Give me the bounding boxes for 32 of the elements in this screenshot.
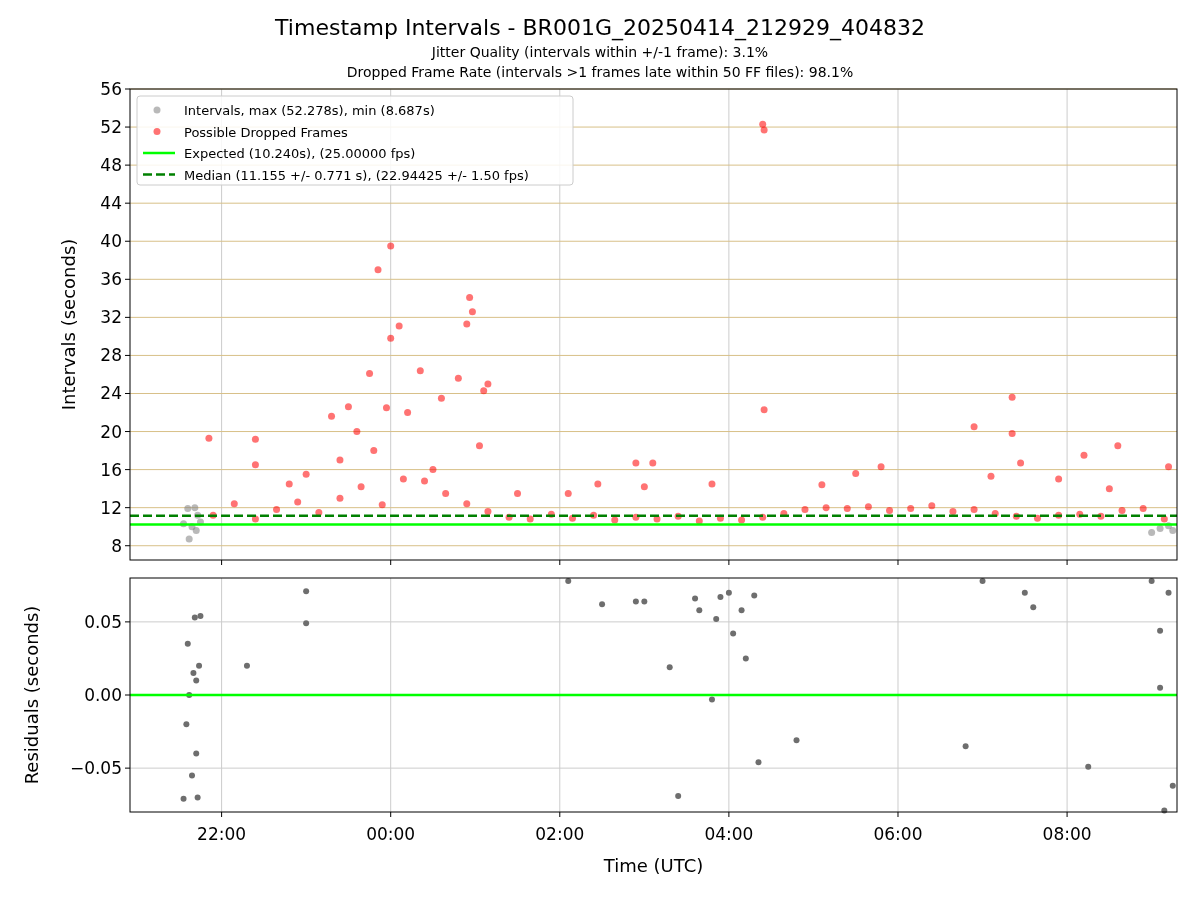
y-tick-label: 28 xyxy=(100,345,122,366)
legend-label: Median (11.155 +/- 0.771 s), (22.94425 +/- 1.50 fps) xyxy=(184,167,529,183)
y-tick-label: 0.00 xyxy=(84,685,122,705)
y-tick-label: 52 xyxy=(100,117,122,138)
y-tick-label: 12 xyxy=(100,497,122,518)
x-tick-label: 22:00 xyxy=(197,824,247,844)
figure-subtitle: Dropped Frame Rate (intervals >1 frames late within 50 FF files): 98.1% xyxy=(346,63,854,82)
figure-subtitle: Jitter Quality (intervals within +/-1 frame): 3.1% xyxy=(431,43,769,62)
y-tick-label: 36 xyxy=(100,269,122,290)
y-tick-label: 24 xyxy=(100,383,122,404)
x-tick-label: 08:00 xyxy=(1042,824,1092,844)
figure-title: Timestamp Intervals - BR001G_20250414_212929_404832 xyxy=(275,14,925,42)
x-axis-label: Time (UTC) xyxy=(603,855,704,876)
y-tick-label: 16 xyxy=(100,459,122,480)
legend-label: Possible Dropped Frames xyxy=(184,124,348,140)
y-tick-label: 44 xyxy=(100,193,122,214)
x-tick-label: 00:00 xyxy=(366,824,416,844)
y-tick-label: 20 xyxy=(100,421,122,442)
y-axis-label: Residuals (seconds) xyxy=(21,605,42,785)
y-tick-label: 0.05 xyxy=(84,611,122,632)
y-tick-label: 48 xyxy=(100,155,122,176)
legend-label: Expected (10.240s), (25.00000 fps) xyxy=(184,146,416,161)
y-tick-label: 8 xyxy=(111,535,122,556)
legend-label: Intervals, max (52.278s), min (8.687s) xyxy=(184,103,435,118)
y-axis-label: Intervals (seconds) xyxy=(58,238,79,411)
y-tick-label: 40 xyxy=(100,231,122,252)
x-tick-label: 02:00 xyxy=(535,824,585,844)
y-tick-label: 32 xyxy=(100,307,122,328)
y-tick-label: −0.05 xyxy=(69,758,122,779)
x-tick-label: 06:00 xyxy=(873,824,923,844)
y-tick-label: 56 xyxy=(100,79,122,99)
x-tick-label: 04:00 xyxy=(704,824,754,844)
